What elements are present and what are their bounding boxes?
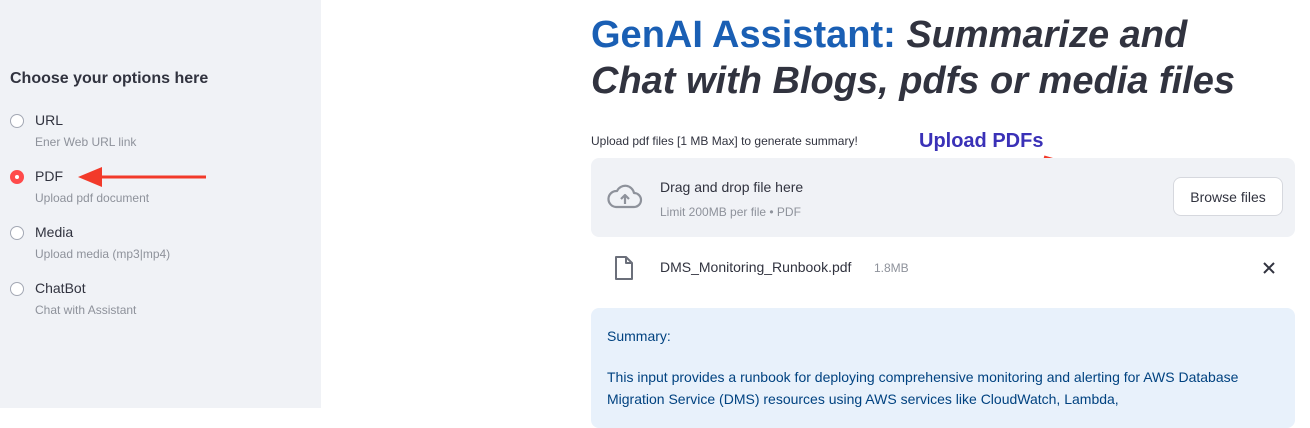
radio-option-media[interactable]: Media Upload media (mp3|mp4) (10, 223, 300, 267)
radio-button-icon[interactable] (10, 114, 24, 128)
file-icon (615, 256, 633, 280)
radio-button-icon[interactable] (10, 282, 24, 296)
radio-label: PDF (35, 168, 63, 184)
title-italic-line2: Chat with Blogs, pdfs or media files (591, 60, 1235, 102)
radio-label: ChatBot (35, 280, 86, 296)
title-italic-line1: Summarize and (906, 14, 1188, 56)
summary-text: This input provides a runbook for deploy… (607, 369, 1239, 407)
file-dropzone[interactable]: Drag and drop file here Limit 200MB per … (591, 158, 1295, 237)
dropzone-limit: Limit 200MB per file • PDF (660, 205, 801, 219)
radio-option-chatbot[interactable]: ChatBot Chat with Assistant (10, 279, 300, 323)
page-title: GenAI Assistant: Summarize and Chat with… (591, 12, 1291, 104)
annotation-label: Upload PDFs (919, 130, 1044, 152)
dropzone-title: Drag and drop file here (660, 179, 804, 195)
cloud-upload-icon (607, 184, 643, 209)
annotation-arrow-icon (78, 167, 206, 187)
file-name: DMS_Monitoring_Runbook.pdf (660, 259, 852, 275)
uploaded-file-row: DMS_Monitoring_Runbook.pdf 1.8MB (591, 248, 1295, 288)
radio-caption: Ener Web URL link (35, 135, 137, 149)
radio-label: URL (35, 112, 64, 128)
radio-button-selected-icon[interactable] (10, 170, 24, 184)
summary-box: Summary: This input provides a runbook f… (591, 308, 1295, 428)
radio-button-icon[interactable] (10, 226, 24, 240)
summary-heading: Summary: (607, 328, 671, 344)
upload-caption: Upload pdf files [1 MB Max] to generate … (591, 134, 858, 148)
radio-label: Media (35, 224, 74, 240)
radio-caption: Upload pdf document (35, 191, 150, 205)
radio-caption: Upload media (mp3|mp4) (35, 247, 171, 261)
file-size: 1.8MB (874, 261, 909, 275)
browse-files-button[interactable]: Browse files (1173, 177, 1283, 216)
sidebar: Choose your options here URL Ener Web UR… (0, 0, 321, 408)
title-accent: GenAI Assistant: (591, 14, 896, 56)
close-icon[interactable] (1257, 256, 1281, 280)
radio-caption: Chat with Assistant (35, 303, 137, 317)
sidebar-heading: Choose your options here (10, 70, 209, 87)
radio-option-url[interactable]: URL Ener Web URL link (10, 111, 300, 155)
